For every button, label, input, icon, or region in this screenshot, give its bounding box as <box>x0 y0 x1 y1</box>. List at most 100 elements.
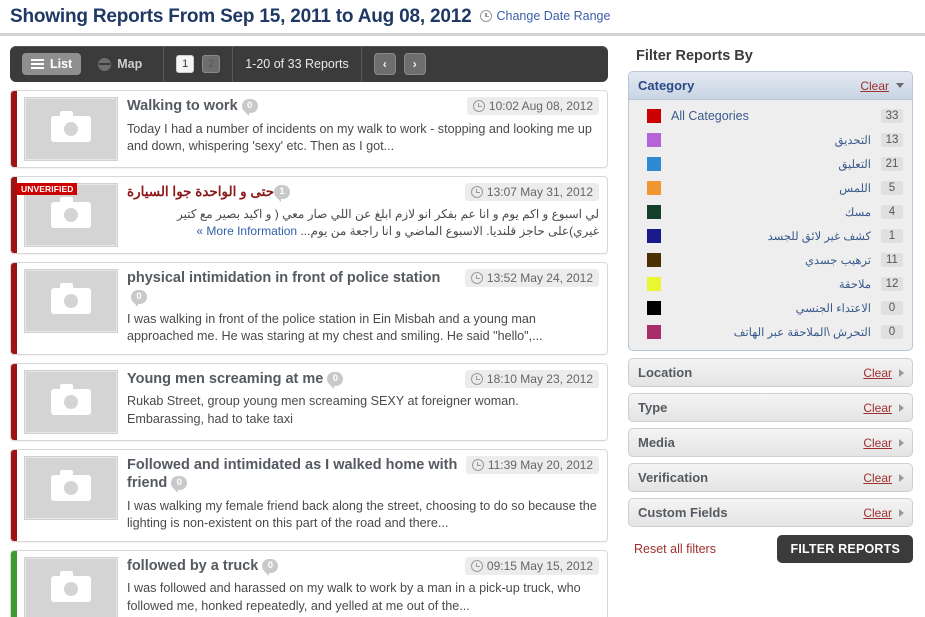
reports-toolbar: List Map 1 2 1-20 of 33 Reports ‹ › <box>10 46 608 82</box>
category-clear-link[interactable]: Clear <box>860 79 889 93</box>
category-count: 5 <box>881 181 903 195</box>
filter-section-clear-link[interactable]: Clear <box>863 401 892 415</box>
more-information-link[interactable]: More Information » <box>196 224 300 238</box>
page-number-2[interactable]: 2 <box>202 55 221 73</box>
report-card: physical intimidation in front of police… <box>10 262 608 355</box>
report-header-row: Walking to work 0 10:02 Aug 08, 2012 <box>127 97 599 117</box>
report-header-row: Followed and intimidated as I walked hom… <box>127 455 599 494</box>
category-color-swatch <box>647 205 661 219</box>
category-label: كشف غير لائق للجسد <box>767 231 871 243</box>
filter-section-clear-link[interactable]: Clear <box>863 366 892 380</box>
report-title[interactable]: Young men screaming at me 0 <box>127 370 344 389</box>
filter-section-custom-fields[interactable]: Custom Fields Clear <box>628 498 913 527</box>
category-row[interactable]: ملاحقة 12 <box>629 272 912 296</box>
category-row[interactable]: مسك 4 <box>629 200 912 224</box>
report-description: Today I had a number of incidents on my … <box>127 121 592 153</box>
report-body: Followed and intimidated as I walked hom… <box>123 450 607 541</box>
next-page-button[interactable]: › <box>403 53 426 75</box>
filter-section-type[interactable]: Type Clear <box>628 393 913 422</box>
report-description: I was walking my female friend back alon… <box>127 498 597 531</box>
filter-section-verification[interactable]: Verification Clear <box>628 463 913 492</box>
page-header: Showing Reports From Sep 15, 2011 to Aug… <box>0 0 925 28</box>
report-card: Walking to work 0 10:02 Aug 08, 2012 Today … <box>10 90 608 168</box>
chevron-down-icon[interactable] <box>896 83 904 88</box>
category-row[interactable]: التحديق 13 <box>629 128 912 152</box>
report-title[interactable]: Followed and intimidated as I walked hom… <box>127 456 458 494</box>
report-thumbnail[interactable] <box>17 450 123 541</box>
report-header-row: 1حتى و الواحدة جوا السيارة 13:07 May 31, … <box>127 183 599 203</box>
report-title[interactable]: physical intimidation in front of police… <box>127 269 457 307</box>
filter-section-controls: Clear <box>863 401 904 415</box>
report-thumbnail[interactable] <box>17 551 123 617</box>
report-title[interactable]: 1حتى و الواحدة جوا السيارة <box>127 183 294 203</box>
camera-icon <box>51 197 91 228</box>
report-card: Young men screaming at me 0 18:10 May 23, … <box>10 362 608 441</box>
category-count: 0 <box>881 325 903 339</box>
report-title[interactable]: Walking to work 0 <box>127 97 258 117</box>
report-timestamp-label: 18:10 May 23, 2012 <box>486 371 593 386</box>
category-panel-title: Category <box>638 78 695 93</box>
change-date-range-link[interactable]: Change Date Range <box>480 9 610 23</box>
category-label: اللمس <box>839 183 871 195</box>
comment-count-badge: 0 <box>241 99 258 117</box>
category-label: التعليق <box>838 159 871 171</box>
map-view-button[interactable]: Map <box>89 53 151 75</box>
category-row[interactable]: التعليق 21 <box>629 152 912 176</box>
category-row[interactable]: اللمس 5 <box>629 176 912 200</box>
chevron-right-icon[interactable] <box>899 368 904 377</box>
clock-icon <box>470 272 483 284</box>
category-row[interactable]: كشف غير لائق للجسد 1 <box>629 224 912 248</box>
filter-reports-button[interactable]: FILTER REPORTS <box>777 535 913 563</box>
report-thumbnail[interactable] <box>17 364 123 440</box>
pager-group: ‹ › <box>362 46 438 82</box>
report-thumbnail[interactable] <box>17 263 123 354</box>
category-color-swatch <box>647 109 661 123</box>
category-row[interactable]: All Categories 33 <box>629 104 912 128</box>
chevron-right-icon[interactable] <box>899 508 904 517</box>
chevron-right-icon[interactable] <box>899 403 904 412</box>
report-timestamp: 10:02 Aug 08, 2012 <box>466 97 599 115</box>
category-row[interactable]: الاعتداء الجنسي 0 <box>629 296 912 320</box>
report-header-row: Young men screaming at me 0 18:10 May 23, … <box>127 369 599 389</box>
category-row[interactable]: ترهيب جسدي 11 <box>629 248 912 272</box>
category-panel-header[interactable]: Category Clear <box>629 72 912 100</box>
report-timestamp: 09:15 May 15, 2012 <box>464 556 599 575</box>
thumbnail-placeholder <box>24 455 118 520</box>
filter-section-clear-link[interactable]: Clear <box>863 436 892 450</box>
category-count: 12 <box>881 277 903 291</box>
filter-section-location[interactable]: Location Clear <box>628 358 913 387</box>
category-count: 1 <box>881 229 903 243</box>
category-label: ملاحقة <box>838 279 871 291</box>
list-view-button[interactable]: List <box>22 53 82 75</box>
category-list: All Categories 33 التحديق 13 التعليق 21 اللمس 5… <box>629 100 912 350</box>
chevron-right-icon[interactable] <box>899 438 904 447</box>
thumbnail-placeholder <box>24 556 118 617</box>
previous-page-button[interactable]: ‹ <box>373 53 396 75</box>
comment-count-badge: 0 <box>131 289 147 307</box>
category-color-swatch <box>647 325 661 339</box>
category-count: 4 <box>881 205 903 219</box>
filters-heading: Filter Reports By <box>636 48 753 64</box>
report-description: I was walking in front of the police sta… <box>127 312 543 344</box>
comment-count-badge: 0 <box>171 476 188 494</box>
report-description: لي اسبوع و اكم يوم و انا عم بفكر انو لاز… <box>177 207 599 238</box>
report-body: physical intimidation in front of police… <box>123 263 607 354</box>
category-label: التحديق <box>834 135 871 147</box>
category-filter-panel: Category Clear All Categories 33 التحديق 13… <box>628 71 913 351</box>
report-title[interactable]: followed by a truck 0 <box>127 557 279 576</box>
category-color-swatch <box>647 253 661 267</box>
reset-all-filters-link[interactable]: Reset all filters <box>634 542 716 556</box>
result-count-group: 1-20 of 33 Reports <box>233 46 362 82</box>
filter-section-clear-link[interactable]: Clear <box>863 471 892 485</box>
filter-section-clear-link[interactable]: Clear <box>863 506 892 520</box>
report-body: Walking to work 0 10:02 Aug 08, 2012 Today … <box>123 91 607 167</box>
category-color-swatch <box>647 133 661 147</box>
comment-count-badge: 0 <box>327 371 344 389</box>
chevron-right-icon[interactable] <box>899 473 904 482</box>
page-number-1[interactable]: 1 <box>176 55 195 73</box>
report-thumbnail[interactable] <box>17 91 123 167</box>
category-row[interactable]: التحرش \الملاحقة عبر الهاتف 0 <box>629 320 912 344</box>
collapsed-filter-sections: Location Clear Type Clear Media Clear Verifica… <box>628 358 913 527</box>
filter-section-media[interactable]: Media Clear <box>628 428 913 457</box>
clock-icon <box>472 100 485 112</box>
